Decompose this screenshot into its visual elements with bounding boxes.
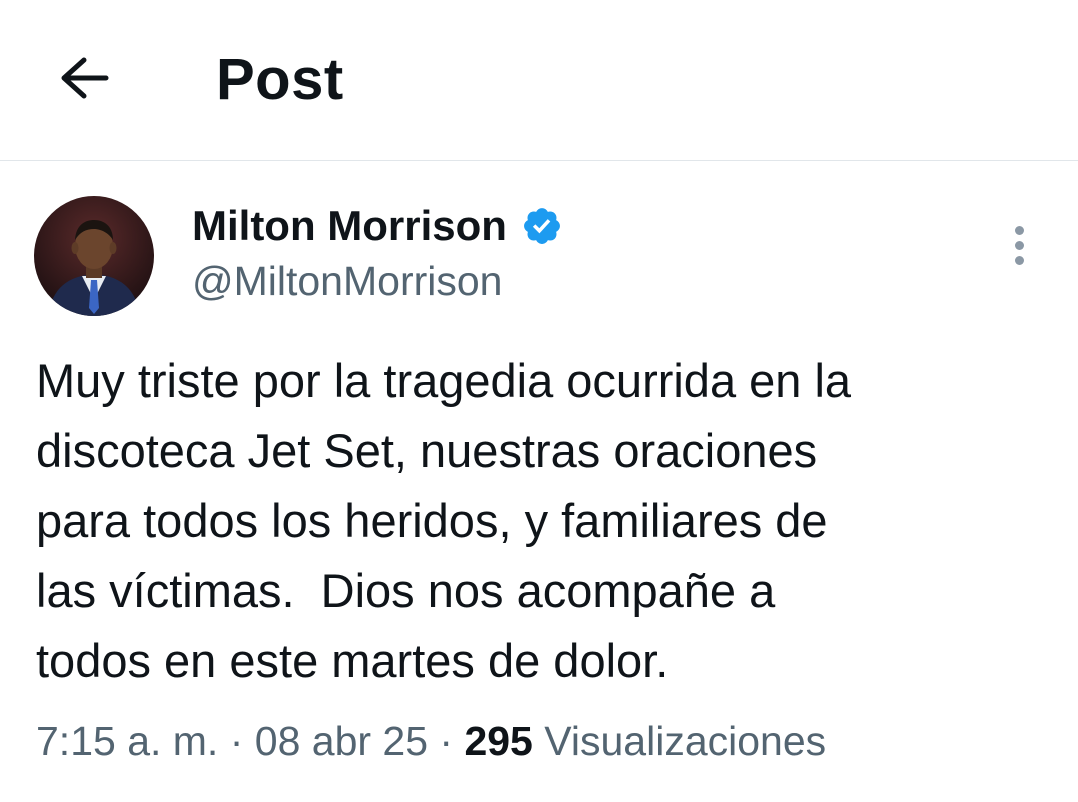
post-text: Muy triste por la tragedia ocurrida en l… <box>36 346 1046 696</box>
arrow-left-icon <box>61 57 109 99</box>
profile-photo <box>34 196 154 316</box>
meta-separator: · <box>218 718 255 764</box>
views-label: Visualizaciones <box>544 718 827 764</box>
post-text-line: las víctimas. Dios nos acompañe a <box>36 564 776 617</box>
views-count: 295 <box>464 718 533 764</box>
top-bar: Post <box>0 0 1078 161</box>
more-vertical-icon-dot <box>1014 240 1024 250</box>
more-vertical-icon-dot <box>1014 225 1024 235</box>
post-meta: 7:15 a. m. · 08 abr 25 · 295 Visualizaci… <box>36 714 826 768</box>
more-options-button[interactable] <box>998 220 1040 270</box>
verified-badge-icon <box>524 208 560 244</box>
author-handle[interactable]: @MiltonMorrison <box>192 254 502 308</box>
back-button[interactable] <box>54 50 114 106</box>
author-name-row: Milton Morrison <box>192 198 563 254</box>
author-name[interactable]: Milton Morrison <box>192 198 507 254</box>
post-text-line: todos en este martes de dolor. <box>36 634 669 687</box>
post-text-line: discoteca Jet Set, nuestras oraciones <box>36 424 818 477</box>
post-date[interactable]: 08 abr 25 <box>255 718 428 764</box>
post-page: Post Milton Morrison @MiltonMorrison Muy… <box>0 0 1078 802</box>
avatar[interactable] <box>34 196 154 316</box>
post-time[interactable]: 7:15 a. m. <box>36 718 218 764</box>
post-text-line: Muy triste por la tragedia ocurrida en l… <box>36 354 852 407</box>
more-vertical-icon-dot <box>1014 255 1024 265</box>
meta-separator: · <box>428 718 465 764</box>
page-title: Post <box>216 47 344 112</box>
post-text-line: para todos los heridos, y familiares de <box>36 494 828 547</box>
